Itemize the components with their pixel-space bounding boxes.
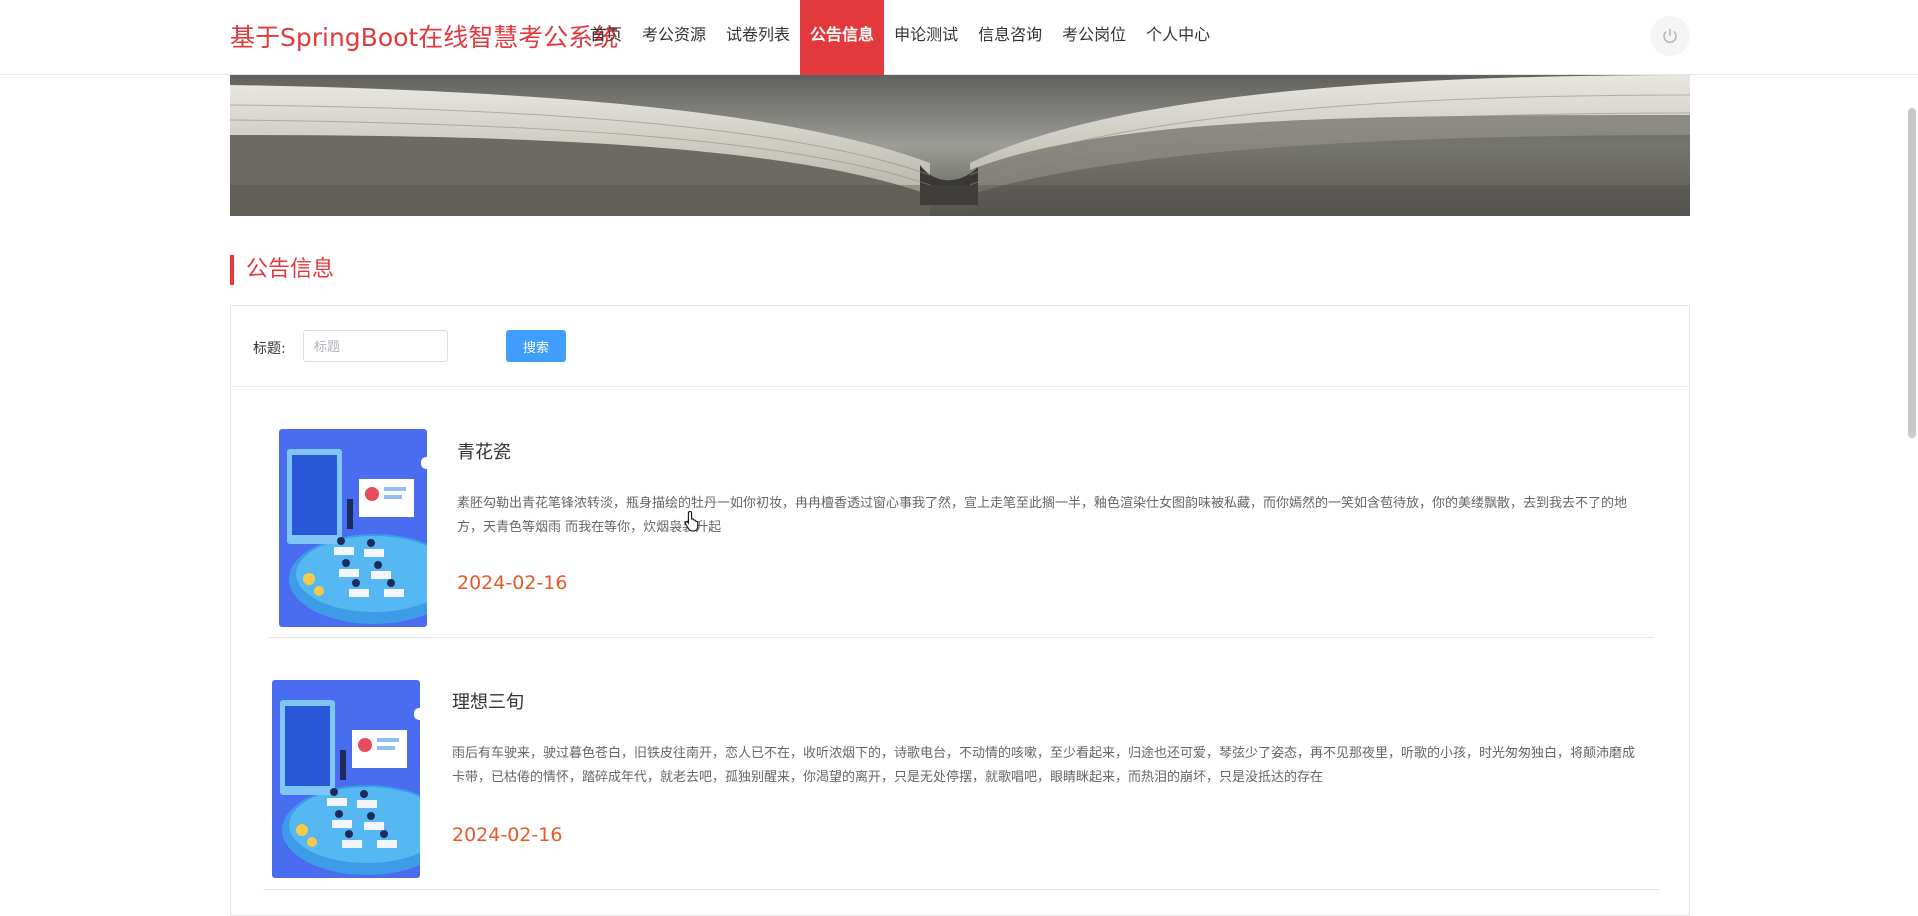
item-description: 素胚勾勒出青花笔锋浓转淡，瓶身描绘的牡丹一如你初妆，冉冉檀香透过窗心事我了然，宣… [457,496,1628,535]
search-label: 标题: [253,341,286,357]
nav-item-profile[interactable]: 个人中心 [1136,0,1220,75]
title-search-input[interactable] [303,330,448,362]
nav-item-positions[interactable]: 考公岗位 [1052,0,1136,75]
search-panel: 标题: 搜索 [230,305,1690,387]
banner-image [230,75,1690,216]
item-title[interactable]: 青花瓷 [457,438,511,464]
search-button[interactable]: 搜索 [506,330,566,362]
site-brand[interactable]: 基于SpringBoot在线智慧考公系统 [230,18,618,54]
section-title: 公告信息 [230,255,334,285]
top-navbar: 基于SpringBoot在线智慧考公系统 首页 考公资源 试卷列表 公告信息 申… [0,0,1918,75]
power-icon[interactable] [1650,16,1690,56]
nav-item-home[interactable]: 首页 [580,0,632,75]
item-thumbnail[interactable] [279,429,427,627]
item-title[interactable]: 理想三旬 [452,688,524,714]
item-thumbnail[interactable] [272,680,420,878]
nav-item-announcements[interactable]: 公告信息 [800,0,885,75]
item-date: 2024-02-16 [452,824,563,846]
list-item[interactable]: 理想三旬 雨后有车驶来，驶过暮色苍白，旧铁皮往南开，恋人已不在，收听浓烟下的，诗… [263,638,1660,890]
list-item[interactable]: 青花瓷 素胚勾勒出青花笔锋浓转淡，瓶身描绘的牡丹一如你初妆，冉冉檀香透过窗心事我… [269,386,1654,638]
nav-item-essay-test[interactable]: 申论测试 [884,0,968,75]
announcement-list: 青花瓷 素胚勾勒出青花笔锋浓转淡，瓶身描绘的牡丹一如你初妆，冉冉檀香透过窗心事我… [230,386,1690,916]
main-nav: 首页 考公资源 试卷列表 公告信息 申论测试 信息咨询 考公岗位 个人中心 [580,0,1220,75]
page-scrollbar[interactable] [1908,108,1916,438]
nav-item-exam-list[interactable]: 试卷列表 [716,0,800,75]
item-description: 雨后有车驶来，驶过暮色苍白，旧铁皮往南开，恋人已不在，收听浓烟下的，诗歌电台，不… [452,746,1636,785]
nav-item-consult[interactable]: 信息咨询 [968,0,1052,75]
hand-cursor-icon [684,510,699,532]
nav-item-resources[interactable]: 考公资源 [632,0,716,75]
item-date: 2024-02-16 [457,572,568,594]
